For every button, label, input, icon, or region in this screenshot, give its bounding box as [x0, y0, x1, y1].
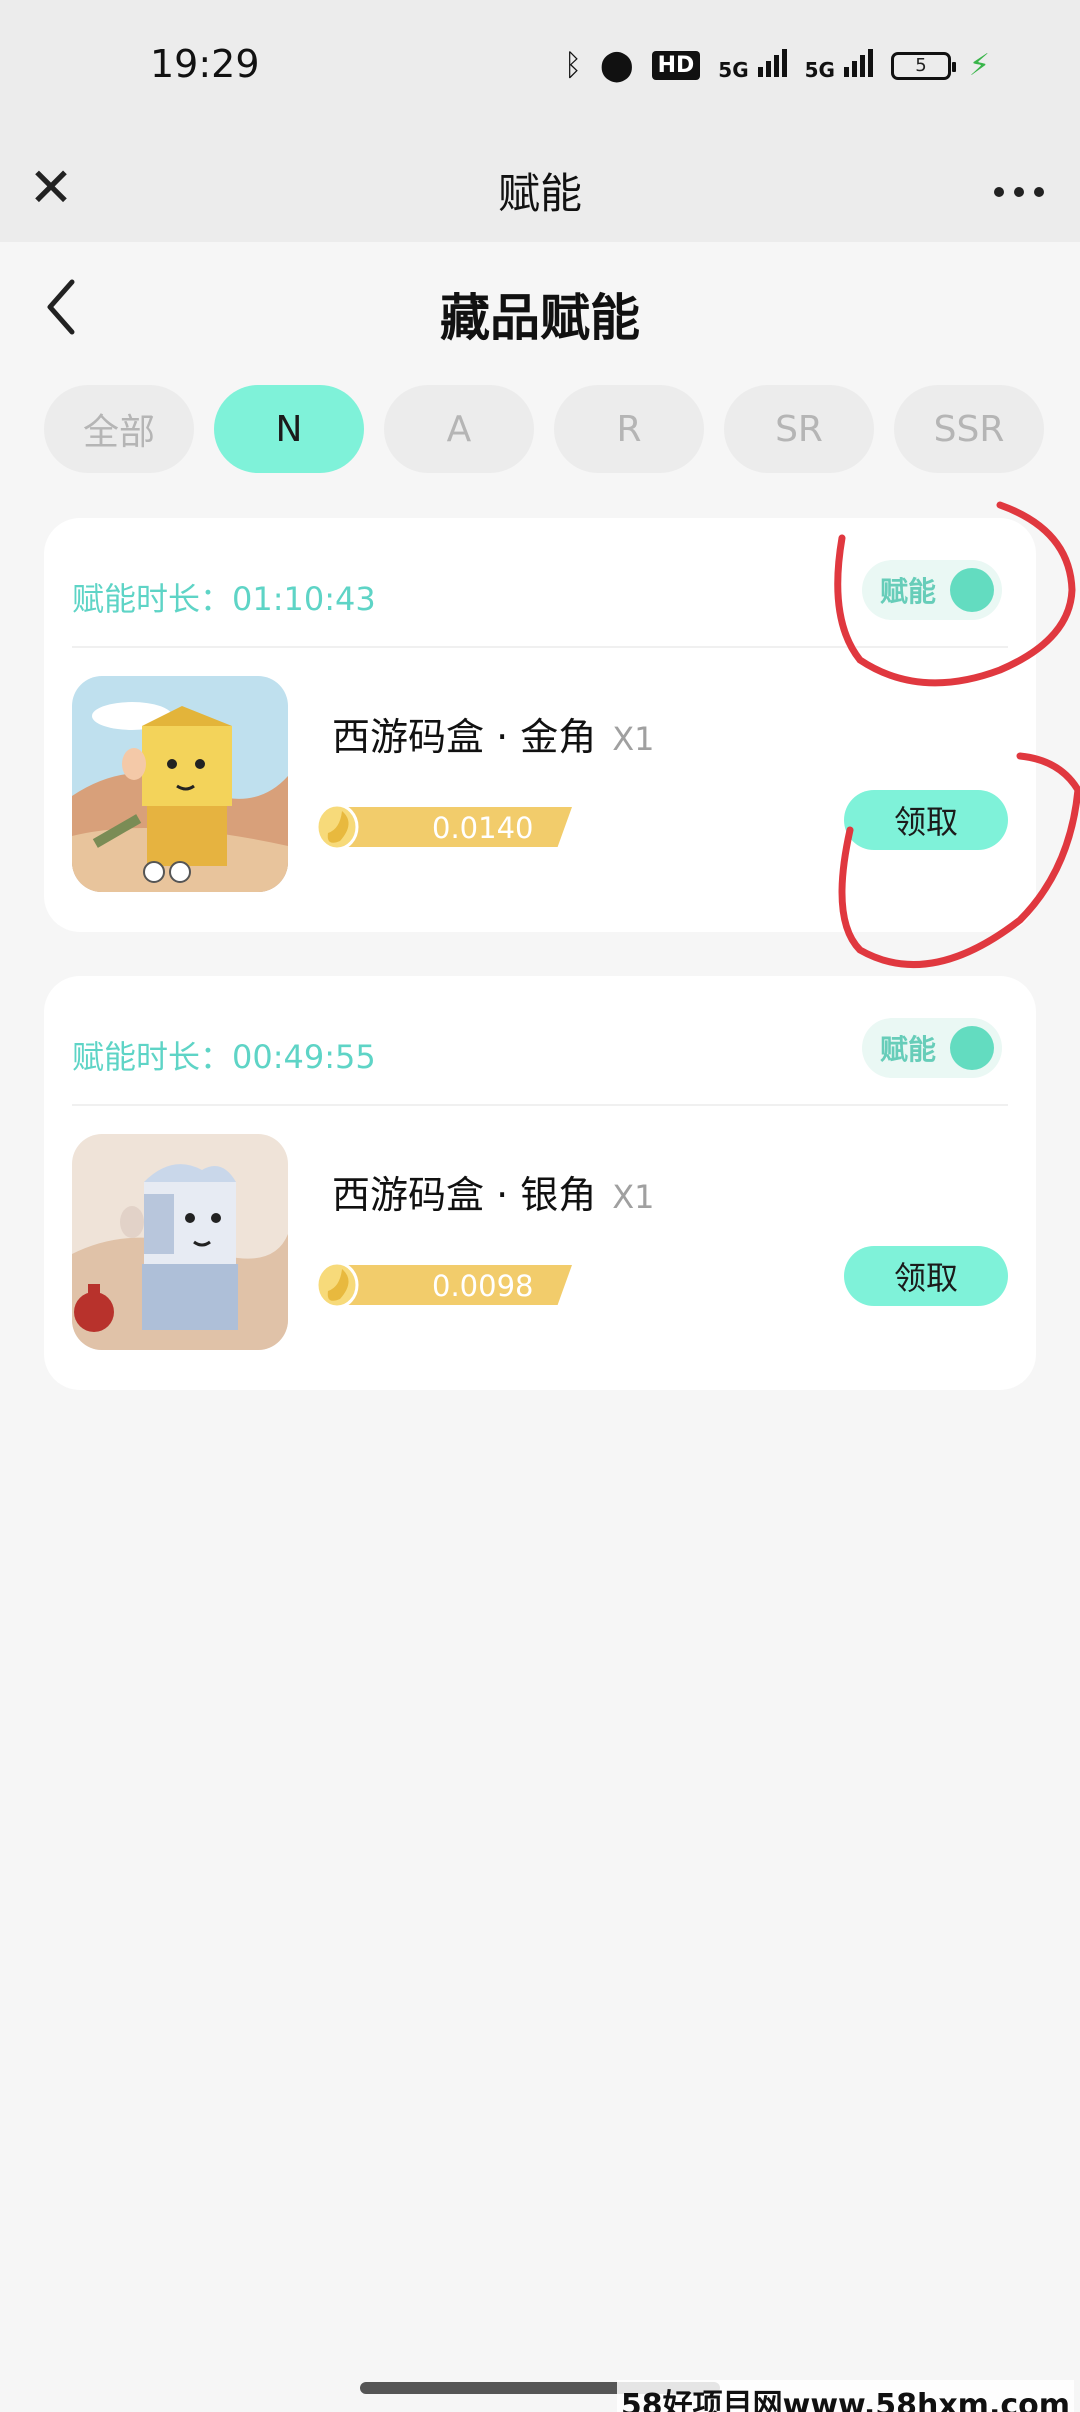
name-text: 西游码盒 · 银角: [332, 1173, 597, 1217]
app-title: 赋能: [497, 169, 582, 218]
toggle-label: 赋能: [880, 1033, 937, 1066]
watermark: 58好项目网www.58hxm.com: [616, 2380, 1074, 2412]
divider: [72, 646, 1008, 648]
network-type-1: 5G: [718, 58, 749, 82]
value-pill: 0.0098: [312, 1261, 572, 1309]
hd-badge: HD: [651, 51, 701, 80]
app-header: ✕ 赋能: [0, 140, 1080, 242]
tab-all[interactable]: 全部: [44, 385, 194, 473]
collectible-image: [72, 1134, 288, 1350]
battery-icon: 5: [890, 51, 956, 80]
network-type-2: 5G: [804, 58, 835, 82]
toggle-knob: [950, 1026, 994, 1070]
toggle-knob: [950, 568, 994, 612]
status-bar: 19:29 ᛒ ⬤ HD 5G 5G 5 ⚡: [0, 0, 1080, 140]
name-text: 西游码盒 · 金角: [332, 715, 597, 759]
value-pill: 0.0140: [312, 803, 572, 851]
tab-n[interactable]: N: [214, 385, 364, 473]
quantity: X1: [612, 720, 655, 758]
bean-coin-icon: [315, 803, 359, 851]
collectible-image: [72, 676, 288, 892]
signal-1: 5G: [718, 49, 787, 82]
tab-sr[interactable]: SR: [724, 385, 874, 473]
charging-icon: ⚡: [968, 48, 990, 83]
empower-toggle[interactable]: 赋能: [862, 1018, 1002, 1078]
toggle-label: 赋能: [880, 575, 937, 608]
tab-a[interactable]: A: [384, 385, 534, 473]
value-text: 0.0140: [432, 811, 534, 845]
collectible-card: 赋能时长：01:10:43 赋能 西游码盒 · 金角 X1 0.0140 领取: [44, 518, 1036, 932]
signal-bars-icon: [843, 49, 873, 77]
collectible-card: 赋能时长：00:49:55 赋能 西游码盒 · 银角 X1 0.0098 领取: [44, 976, 1036, 1390]
divider: [72, 1104, 1008, 1106]
collectible-name: 西游码盒 · 金角 X1: [332, 706, 655, 761]
battery-level: 5: [915, 55, 927, 76]
tab-ssr[interactable]: SSR: [894, 385, 1044, 473]
quantity: X1: [612, 1178, 655, 1216]
page-title: 藏品赋能: [440, 289, 640, 347]
claim-button[interactable]: 领取: [844, 790, 1008, 850]
tab-r[interactable]: R: [554, 385, 704, 473]
bean-coin-icon: [315, 1261, 359, 1309]
more-icon[interactable]: [994, 164, 1044, 220]
signal-2: 5G: [805, 49, 873, 82]
bluetooth-icon: ᛒ: [564, 48, 583, 83]
location-icon: ⬤: [600, 48, 634, 83]
collectible-name: 西游码盒 · 银角 X1: [332, 1164, 655, 1219]
claim-button[interactable]: 领取: [844, 1246, 1008, 1306]
empower-toggle[interactable]: 赋能: [862, 560, 1002, 620]
empower-duration: 赋能时长：00:49:55: [72, 1038, 376, 1076]
empower-duration: 赋能时长：01:10:43: [72, 580, 376, 618]
page-header: 藏品赋能: [0, 242, 1080, 372]
status-icons: ᛒ ⬤ HD 5G 5G 5 ⚡: [564, 48, 990, 83]
value-text: 0.0098: [432, 1269, 534, 1303]
signal-bars-icon: [757, 49, 787, 77]
rarity-tabs: 全部 N A R SR SSR: [44, 385, 1044, 473]
status-time: 19:29: [150, 42, 260, 86]
